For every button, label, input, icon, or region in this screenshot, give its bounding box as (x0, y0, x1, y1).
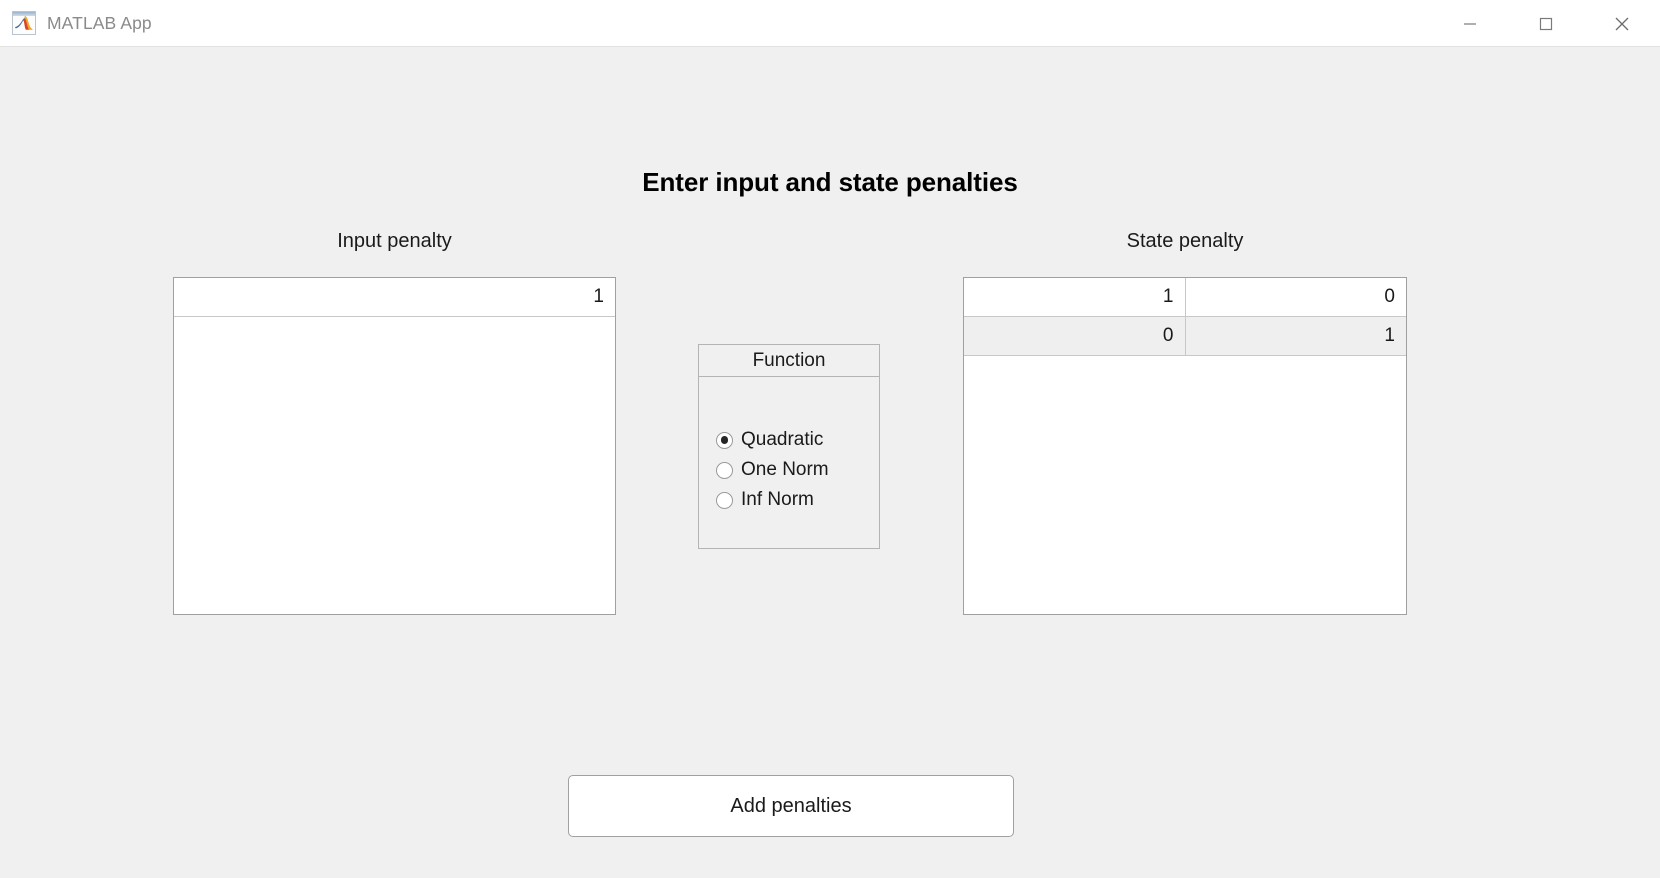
table-cell[interactable]: 1 (174, 278, 615, 316)
table-cell[interactable]: 1 (964, 278, 1186, 316)
radio-option-label: Inf Norm (741, 489, 814, 510)
title-bar: MATLAB App (0, 0, 1660, 47)
window-controls (1432, 0, 1660, 47)
input-penalty-table-rows: 1 (174, 278, 615, 317)
title-bar-left: MATLAB App (0, 11, 152, 35)
radio-unchecked-icon[interactable] (716, 461, 733, 479)
maximize-button[interactable] (1508, 0, 1584, 47)
add-penalties-button[interactable]: Add penalties (568, 775, 1014, 837)
function-panel-body: Quadratic One Norm Inf Norm (699, 377, 879, 549)
table-row[interactable]: 01 (964, 317, 1406, 356)
radio-option-quadratic[interactable]: Quadratic (716, 425, 879, 455)
app-canvas: Enter input and state penalties Input pe… (0, 47, 1660, 878)
input-penalty-label: Input penalty (337, 230, 452, 252)
radio-option-inf-norm[interactable]: Inf Norm (716, 485, 879, 515)
matlab-membrane-icon (12, 11, 36, 35)
state-penalty-label: State penalty (1126, 230, 1244, 252)
table-cell[interactable]: 0 (1186, 278, 1407, 316)
matlab-app-window: MATLAB App Enter input and state penalti… (0, 0, 1660, 878)
table-row[interactable]: 10 (964, 278, 1406, 317)
function-panel-title: Function (699, 345, 879, 377)
input-penalty-table[interactable]: 1 (173, 277, 616, 615)
radio-option-label: One Norm (741, 459, 829, 480)
radio-checked-icon[interactable] (716, 431, 733, 449)
radio-unchecked-icon[interactable] (716, 491, 733, 509)
radio-option-one-norm[interactable]: One Norm (716, 455, 879, 485)
state-penalty-table-rows: 1001 (964, 278, 1406, 356)
minimize-button[interactable] (1432, 0, 1508, 47)
state-penalty-table[interactable]: 1001 (963, 277, 1407, 615)
close-button[interactable] (1584, 0, 1660, 47)
table-row[interactable]: 1 (174, 278, 615, 317)
window-title: MATLAB App (47, 12, 152, 33)
table-cell[interactable]: 1 (1186, 317, 1407, 355)
page-title: Enter input and state penalties (642, 167, 1018, 197)
radio-option-label: Quadratic (741, 429, 824, 450)
table-cell[interactable]: 0 (964, 317, 1186, 355)
function-panel: Function Quadratic One Norm Inf Norm (698, 344, 880, 549)
